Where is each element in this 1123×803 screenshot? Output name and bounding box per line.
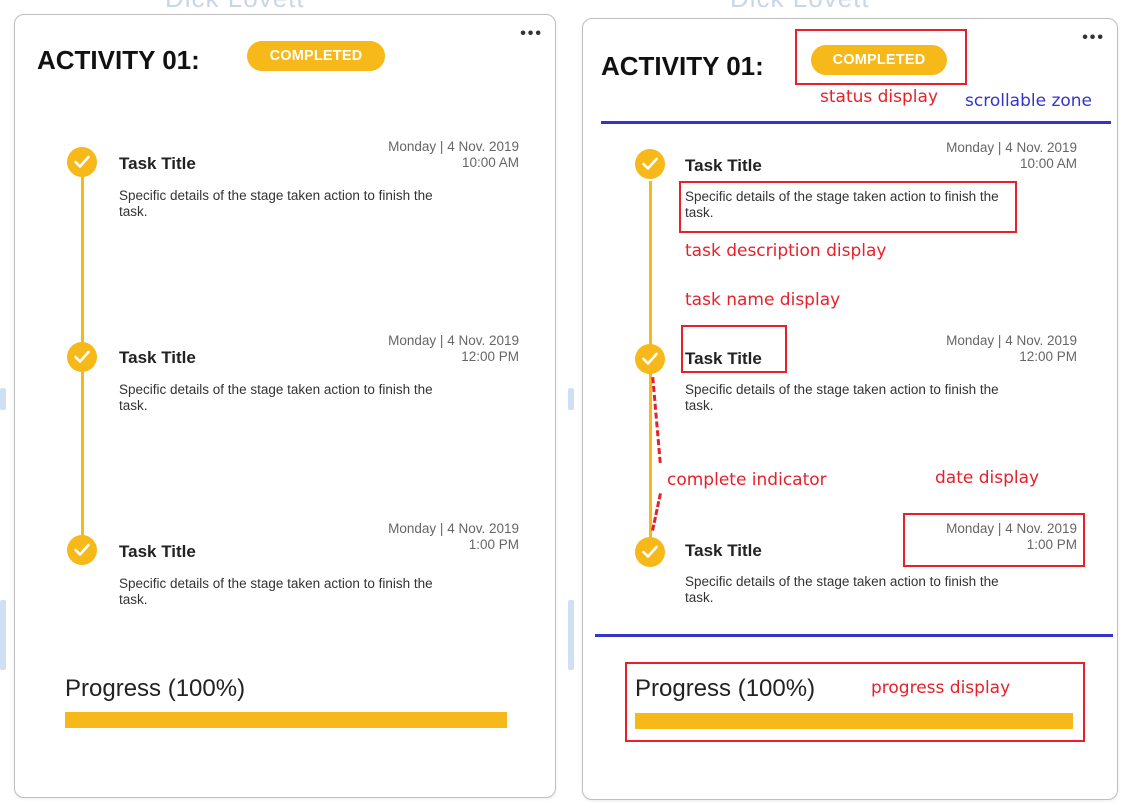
annotation-pointer-line xyxy=(651,377,662,463)
check-circle-icon xyxy=(635,149,665,179)
check-circle-icon xyxy=(635,344,665,374)
annotation-date-display: date display xyxy=(935,468,1040,488)
screenshot-canvas: Dick Lovett Dick Lovett ••• ACTIVITY 01:… xyxy=(0,0,1123,803)
annotation-box-progress xyxy=(625,662,1085,742)
annotation-task-description-display: task description display xyxy=(685,241,887,261)
task-description: Specific details of the stage taken acti… xyxy=(685,574,999,605)
task-date: Monday | 4 Nov. 2019 1:00 PM xyxy=(388,521,519,553)
annotation-box-task-description xyxy=(679,181,1017,233)
annotation-status-display: status display xyxy=(820,87,939,107)
activity-panel-annotated: ••• ACTIVITY 01: COMPLETED status displa… xyxy=(562,0,1122,803)
task-date-day: Monday | 4 Nov. 2019 xyxy=(946,333,1077,348)
task-date-time: 10:00 AM xyxy=(1019,156,1077,171)
annotation-task-name-display: task name display xyxy=(685,290,841,310)
check-circle-icon xyxy=(67,535,97,565)
task-date: Monday | 4 Nov. 2019 10:00 AM xyxy=(388,139,519,171)
progress-label-text: Progress xyxy=(65,675,162,702)
more-horizontal-icon[interactable]: ••• xyxy=(1082,30,1105,46)
task-title: Task Title xyxy=(119,542,196,561)
task-title: Task Title xyxy=(119,154,196,173)
task-title: Task Title xyxy=(119,348,196,367)
more-horizontal-icon[interactable]: ••• xyxy=(520,26,543,42)
activity-panel-plain: ••• ACTIVITY 01: COMPLETED Task Title Sp… xyxy=(0,0,560,803)
task-date: Monday | 4 Nov. 2019 10:00 AM xyxy=(946,140,1077,172)
activity-title: ACTIVITY 01: xyxy=(601,51,764,81)
task-description: Specific details of the stage taken acti… xyxy=(685,382,999,413)
task-date: Monday | 4 Nov. 2019 12:00 PM xyxy=(388,333,519,365)
annotation-scroll-boundary-bottom xyxy=(595,634,1113,637)
annotation-scroll-boundary-top xyxy=(601,121,1111,124)
check-circle-icon xyxy=(635,537,665,567)
progress-percent: (100%) xyxy=(167,675,246,702)
annotation-box-status xyxy=(795,29,967,85)
annotation-scrollable-zone: scrollable zone xyxy=(965,91,1093,111)
activity-card: ••• ACTIVITY 01: COMPLETED status displa… xyxy=(582,18,1118,800)
task-date: Monday | 4 Nov. 2019 12:00 PM xyxy=(946,333,1077,365)
annotation-box-date xyxy=(903,513,1085,567)
task-date-day: Monday | 4 Nov. 2019 xyxy=(388,139,519,154)
task-date-day: Monday | 4 Nov. 2019 xyxy=(388,333,519,348)
progress-bar-fill xyxy=(65,712,507,728)
status-badge: COMPLETED xyxy=(247,41,385,71)
annotation-complete-indicator: complete indicator xyxy=(667,470,827,490)
task-title: Task Title xyxy=(685,156,762,175)
progress-label: Progress (100%) xyxy=(65,675,245,703)
annotation-box-task-name xyxy=(681,325,787,373)
activity-card: ••• ACTIVITY 01: COMPLETED Task Title Sp… xyxy=(14,14,556,798)
progress-bar xyxy=(65,712,507,728)
task-title: Task Title xyxy=(685,541,762,560)
task-date-day: Monday | 4 Nov. 2019 xyxy=(388,521,519,536)
task-date-day: Monday | 4 Nov. 2019 xyxy=(946,140,1077,155)
check-circle-icon xyxy=(67,147,97,177)
task-date-time: 12:00 PM xyxy=(1019,349,1077,364)
task-description: Specific details of the stage taken acti… xyxy=(119,382,433,413)
activity-title: ACTIVITY 01: xyxy=(37,45,200,75)
check-circle-icon xyxy=(67,342,97,372)
task-date-time: 10:00 AM xyxy=(461,155,519,170)
task-date-time: 12:00 PM xyxy=(461,349,519,364)
task-description: Specific details of the stage taken acti… xyxy=(119,188,433,219)
annotation-pointer-line xyxy=(651,493,662,531)
task-description: Specific details of the stage taken acti… xyxy=(119,576,433,607)
task-date-time: 1:00 PM xyxy=(468,537,519,552)
